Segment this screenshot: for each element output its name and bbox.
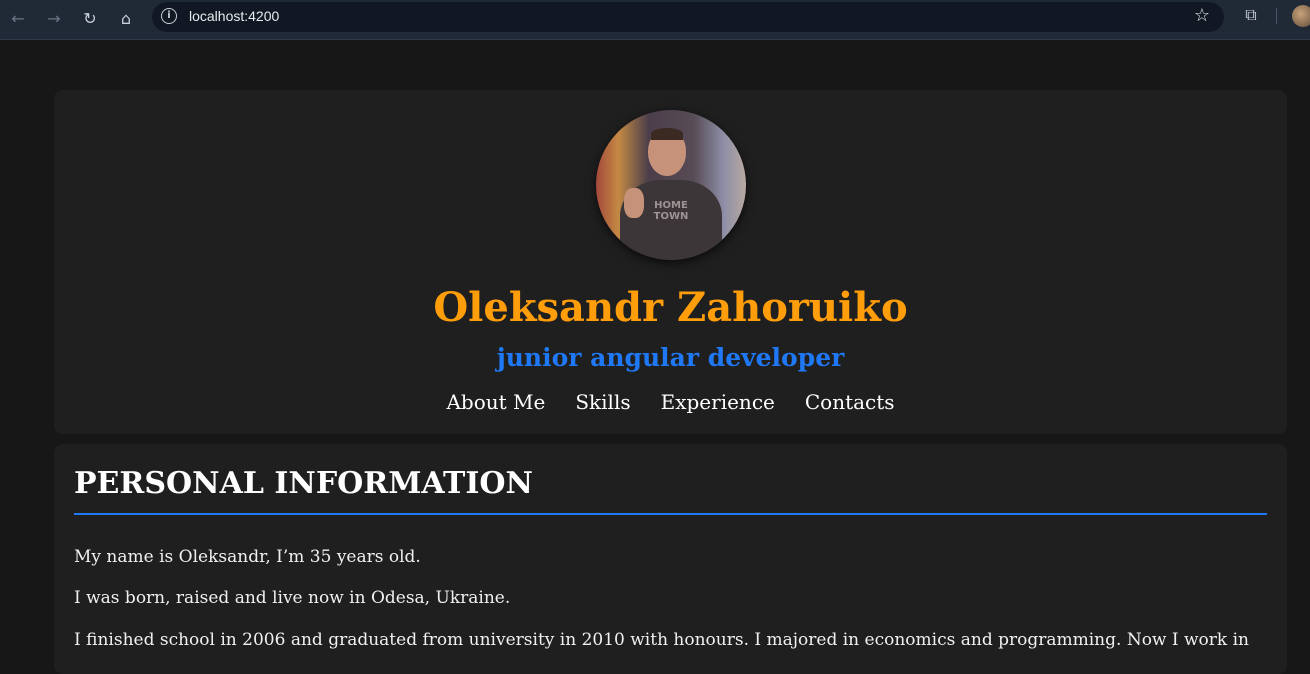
section-divider xyxy=(74,513,1267,515)
photo-hand xyxy=(624,188,644,218)
photo-shirt-text: HOME TOWN xyxy=(653,200,689,222)
profile-photo: HOME TOWN xyxy=(596,110,746,260)
address-bar[interactable]: i localhost:4200 ☆ xyxy=(152,2,1224,32)
toolbar-divider xyxy=(1276,8,1277,24)
forward-icon[interactable]: → xyxy=(42,6,66,30)
nav-skills[interactable]: Skills xyxy=(575,387,630,417)
info-paragraph-education: I finished school in 2006 and graduated … xyxy=(74,630,1250,650)
nav-about-me[interactable]: About Me xyxy=(446,387,545,417)
personal-info-card: PERSONAL INFORMATION My name is Oleksand… xyxy=(54,444,1287,674)
section-title: PERSONAL INFORMATION xyxy=(74,466,533,501)
extensions-icon[interactable]: ⧉ xyxy=(1240,5,1262,27)
site-info-icon[interactable]: i xyxy=(161,8,177,24)
url-text[interactable]: localhost:4200 xyxy=(189,8,279,24)
main-nav: About Me Skills Experience Contacts xyxy=(54,387,1287,417)
home-icon[interactable]: ⌂ xyxy=(114,6,138,30)
info-paragraph-age: My name is Oleksandr, I’m 35 years old. xyxy=(74,547,421,567)
photo-hair xyxy=(651,128,683,140)
profile-avatar-icon[interactable] xyxy=(1292,5,1310,27)
back-icon[interactable]: ← xyxy=(6,6,30,30)
info-paragraph-origin: I was born, raised and live now in Odesa… xyxy=(74,588,511,608)
nav-contacts[interactable]: Contacts xyxy=(805,387,895,417)
header-card: HOME TOWN Oleksandr Zahoruiko junior ang… xyxy=(54,90,1287,434)
reload-icon[interactable]: ↻ xyxy=(78,6,102,30)
bookmark-star-icon[interactable]: ☆ xyxy=(1194,5,1210,26)
profile-role: junior angular developer xyxy=(496,343,845,372)
nav-experience[interactable]: Experience xyxy=(661,387,775,417)
browser-toolbar: ← → ↻ ⌂ i localhost:4200 ☆ ⧉ xyxy=(0,0,1310,40)
profile-name: Oleksandr Zahoruiko xyxy=(433,284,908,331)
